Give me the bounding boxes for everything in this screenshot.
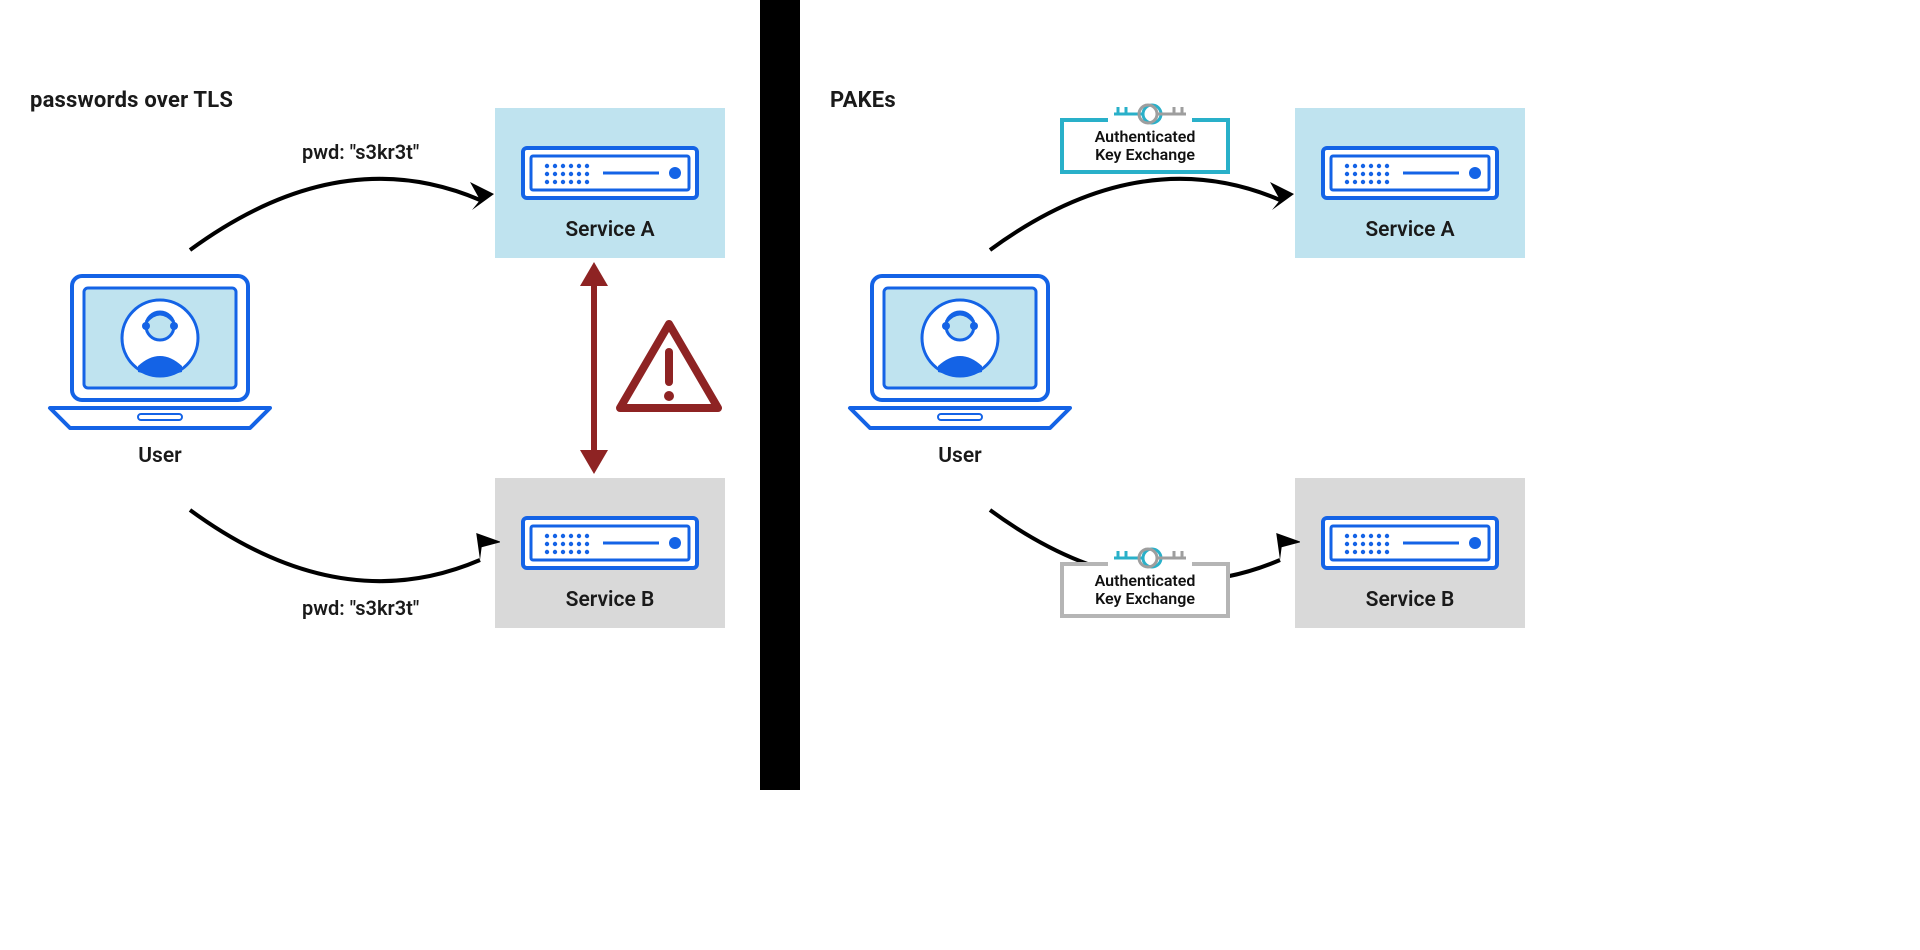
ake-top-line1: Authenticated	[1095, 127, 1196, 146]
service-a-box-right: Service A	[1295, 108, 1525, 262]
left-panel-title: passwords over TLS	[30, 88, 233, 113]
server-icon: Service B	[495, 478, 725, 628]
warning-triangle-icon	[614, 318, 724, 418]
ake-top-line2: Key Exchange	[1095, 145, 1195, 164]
left-flow-top-label: pwd: "s3kr3t"	[302, 140, 419, 164]
panel-divider	[760, 0, 800, 790]
right-panel-title: PAKEs	[830, 88, 896, 113]
arrow-to-service-a-right	[980, 160, 1300, 270]
key-pair-icon	[1108, 544, 1192, 572]
service-b-box-right: Service B	[1295, 478, 1525, 632]
laptop-user-icon	[840, 268, 1080, 448]
arrow-to-service-b-left	[180, 490, 500, 600]
svg-text:Service A: Service A	[565, 218, 654, 242]
diagram-stage: passwords over TLS User	[0, 0, 1920, 950]
left-flow-bottom-label: pwd: "s3kr3t"	[302, 596, 419, 620]
left-user-label: User	[40, 444, 280, 468]
service-b-box-left: Service B	[495, 478, 725, 632]
server-icon: Service A	[1295, 108, 1525, 258]
service-a-box-left: Service A	[495, 108, 725, 262]
ake-bottom-line2: Key Exchange	[1095, 589, 1195, 608]
svg-text:Service B: Service B	[566, 588, 655, 612]
ake-bottom-line1: Authenticated	[1095, 571, 1196, 590]
key-pair-icon	[1108, 100, 1192, 128]
laptop-user-icon	[40, 268, 280, 448]
svg-text:Service A: Service A	[1365, 218, 1454, 242]
server-icon: Service A	[495, 108, 725, 258]
svg-text:Service B: Service B	[1366, 588, 1455, 612]
danger-double-arrow-icon	[574, 260, 614, 476]
right-user-label: User	[840, 444, 1080, 468]
server-icon: Service B	[1295, 478, 1525, 628]
arrow-to-service-a-left	[180, 160, 500, 270]
